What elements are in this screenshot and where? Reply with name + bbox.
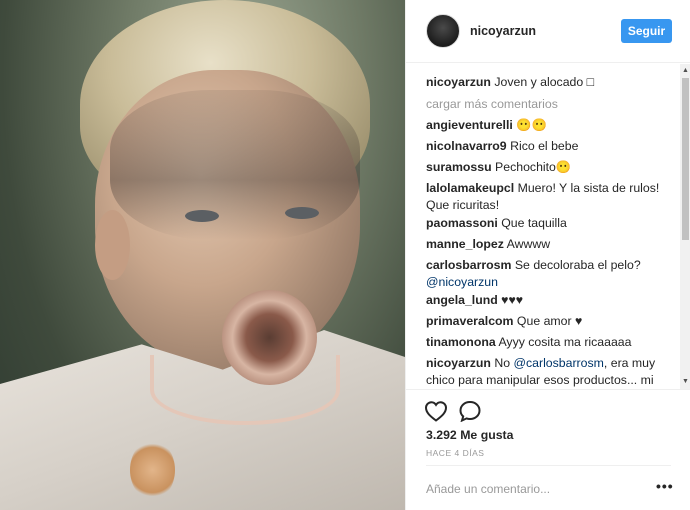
comment-text: Que amor ♥: [516, 314, 583, 328]
comment-text: Muero! Y la sista de rulos!: [517, 181, 660, 195]
list-item: tinamonona Ayyy cosita ma ricaaaaa: [426, 334, 671, 351]
list-item: nicoyarzun No @carlosbarrosm, era muy ch…: [426, 355, 671, 389]
scrollbar-thumb[interactable]: [682, 78, 689, 240]
comment-username[interactable]: manne_lopez: [426, 237, 504, 251]
photo-eye-left: [185, 210, 219, 222]
divider: [426, 465, 671, 466]
list-item: suramossu Pechochito😶: [426, 159, 671, 176]
photo-ear: [95, 210, 130, 280]
comment-text: Ayyy cosita ma ricaaaaa: [498, 335, 632, 349]
heart-icon[interactable]: [424, 400, 448, 422]
comment-text: Rico el bebe: [510, 139, 579, 153]
photo-pacifier: [222, 290, 317, 385]
list-item: nicolnavarro9 Rico el bebe: [426, 138, 671, 155]
mention-link[interactable]: @nicoyarzun: [426, 275, 498, 289]
comment-username[interactable]: primaveralcom: [426, 314, 514, 328]
scroll-up-arrow-icon[interactable]: ▲: [682, 66, 689, 75]
post-side-panel: nicoyarzun Seguir nicoyarzun Joven y alo…: [405, 0, 690, 510]
comment-username[interactable]: carlosbarrosm: [426, 258, 511, 272]
comment-text: , era muy: [603, 356, 656, 370]
comments-scrollbar[interactable]: ▲ ▼: [680, 64, 690, 389]
comment-username[interactable]: lalolamakeupcl: [426, 181, 514, 195]
follow-button[interactable]: Seguir: [621, 19, 672, 43]
list-item: angela_lund ♥♥♥: [426, 292, 671, 309]
comment-text: ♥♥♥: [501, 293, 524, 307]
list-item: primaveralcom Que amor ♥: [426, 313, 671, 330]
photo-bib-print: [130, 440, 175, 500]
comment-username[interactable]: suramossu: [426, 160, 492, 174]
post-header: nicoyarzun Seguir: [406, 0, 690, 63]
comment-username[interactable]: tinamonona: [426, 335, 496, 349]
comment-username[interactable]: nicoyarzun: [426, 356, 491, 370]
list-item: carlosbarrosm Se decoloraba el pelo? @ni…: [426, 257, 671, 291]
list-item: paomassoni Que taquilla: [426, 215, 671, 232]
comment-text: No: [494, 356, 511, 370]
avatar[interactable]: [426, 14, 460, 48]
comment-username[interactable]: angela_lund: [426, 293, 498, 307]
load-more-comments-link[interactable]: cargar más comentarios: [426, 97, 558, 111]
add-comment-input[interactable]: Añade un comentario...: [426, 482, 550, 496]
likes-count[interactable]: 3.292 Me gusta: [426, 428, 513, 442]
comment-username[interactable]: paomassoni: [426, 216, 498, 230]
caption: nicoyarzun Joven y alocado □: [426, 74, 671, 91]
comment-text: chico para manipular esos productos... m…: [426, 373, 654, 387]
more-options-icon[interactable]: •••: [656, 478, 674, 494]
comment-text: Que ricuritas!: [426, 198, 500, 212]
scroll-down-arrow-icon[interactable]: ▼: [682, 377, 689, 386]
comment-text: Awwww: [506, 237, 551, 251]
mention-link[interactable]: @carlosbarrosm: [514, 356, 604, 370]
author-username[interactable]: nicoyarzun: [470, 24, 536, 38]
post-photo[interactable]: [0, 0, 405, 510]
list-item: angieventurelli 😶😶: [426, 117, 671, 134]
post-timestamp[interactable]: HACE 4 DÍAS: [426, 448, 484, 458]
comment-username[interactable]: nicolnavarro9: [426, 139, 507, 153]
comment-bubble-icon[interactable]: [458, 400, 482, 422]
comment-text: Pechochito😶: [495, 160, 572, 174]
photo-eye-right: [285, 207, 319, 219]
list-item: lalolamakeupcl Muero! Y la sista de rulo…: [426, 180, 671, 214]
comment-text: 😶😶: [516, 118, 547, 132]
list-item: manne_lopez Awwww: [426, 236, 671, 253]
post-actions: 3.292 Me gusta HACE 4 DÍAS Añade un come…: [406, 389, 690, 499]
comment-text: Se decoloraba el pelo?: [514, 258, 641, 272]
comment-text: Joven y alocado □: [494, 75, 595, 89]
photo-shadow: [110, 90, 360, 240]
comment-text: Que taquilla: [501, 216, 567, 230]
comment-username[interactable]: angieventurelli: [426, 118, 513, 132]
comment-username[interactable]: nicoyarzun: [426, 75, 491, 89]
comments-list: nicoyarzun Joven y alocado □ cargar más …: [406, 64, 690, 389]
